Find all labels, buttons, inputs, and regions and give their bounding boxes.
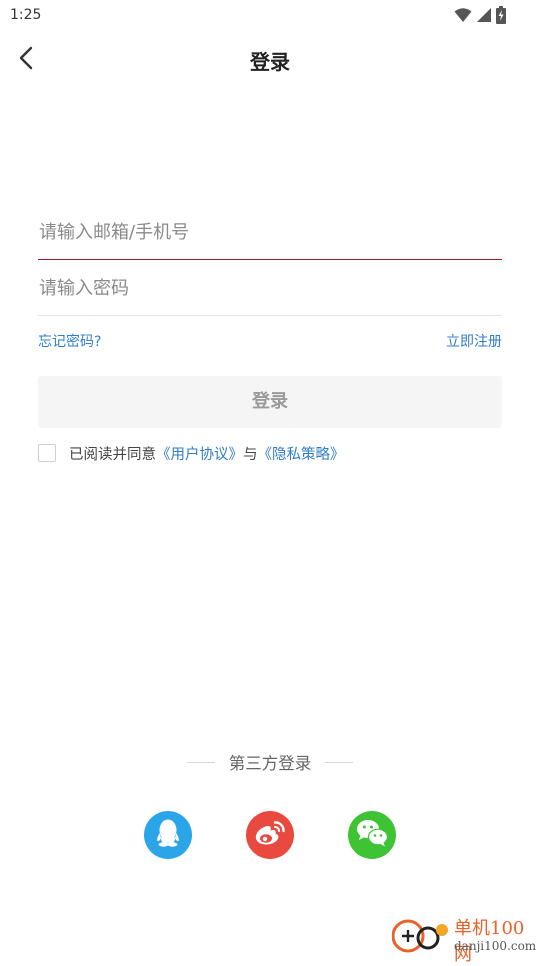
account-input[interactable] (38, 204, 503, 260)
status-time: 1:25 (10, 7, 42, 23)
forgot-password-link[interactable]: 忘记密码? (38, 331, 101, 351)
user-agreement-link[interactable]: 《用户协议》 (156, 443, 243, 464)
agreement-prefix: 已阅读并同意 (69, 446, 156, 463)
password-field (38, 260, 503, 316)
agreement-checkbox[interactable] (38, 444, 56, 462)
password-input[interactable] (38, 260, 503, 316)
battery-charging-icon (496, 6, 506, 24)
qq-login-button[interactable] (144, 811, 192, 859)
privacy-policy-link[interactable]: 《隐私策略》 (258, 443, 345, 464)
third-party-label: 第三方登录 (228, 754, 312, 773)
wechat-icon (355, 818, 389, 852)
watermark: 单机100网 danji100.com (388, 912, 540, 965)
wifi-icon (454, 7, 472, 23)
login-button[interactable]: 登录 (38, 376, 502, 428)
watermark-url: danji100.com (454, 939, 537, 953)
third-party-divider: 第三方登录 (0, 750, 540, 774)
divider-line-right (325, 761, 354, 763)
wechat-login-button[interactable] (348, 811, 396, 859)
agreement-conjunction: 与 (243, 446, 258, 463)
app-bar: 登录 (0, 32, 540, 88)
register-link[interactable]: 立即注册 (446, 331, 502, 351)
page-title: 登录 (250, 50, 290, 74)
divider-line-left (186, 761, 215, 763)
status-bar: 1:25 (0, 0, 540, 32)
watermark-logo-icon (391, 916, 450, 960)
weibo-login-button[interactable] (246, 811, 294, 859)
qq-icon (153, 817, 183, 853)
weibo-icon (253, 818, 287, 852)
account-field (38, 204, 503, 260)
password-underline (38, 315, 502, 316)
signal-icon (476, 7, 492, 23)
agreement-row: 已阅读并同意 《用户协议》 与 《隐私策略》 (38, 442, 345, 464)
status-icons (454, 6, 506, 24)
